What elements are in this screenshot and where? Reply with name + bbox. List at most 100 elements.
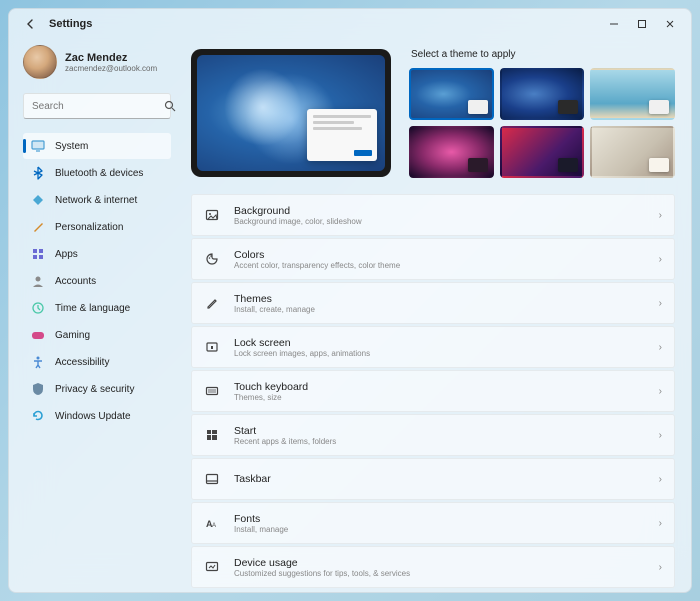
content: Zac Mendez zacmendez@outlook.com System B… (9, 39, 691, 592)
row-title: Start (234, 425, 659, 437)
chevron-right-icon: › (659, 562, 662, 573)
row-title: Taskbar (234, 473, 659, 485)
privacy-icon (31, 382, 45, 396)
nav-item-time-language[interactable]: Time & language (23, 295, 171, 321)
minimize-button[interactable] (607, 17, 621, 31)
theme-tile-window (468, 100, 488, 114)
nav-label: Bluetooth & devices (55, 168, 143, 179)
themes-block: Select a theme to apply (409, 49, 675, 178)
theme-tile-6[interactable] (590, 126, 675, 178)
maximize-button[interactable] (635, 17, 649, 31)
nav-label: Network & internet (55, 195, 137, 206)
row-subtitle: Install, manage (234, 525, 659, 534)
nav-item-gaming[interactable]: Gaming (23, 322, 171, 348)
theme-tile-3[interactable] (590, 68, 675, 120)
setting-row-touch-keyboard[interactable]: Touch keyboard Themes, size › (191, 370, 675, 412)
setting-row-device-usage[interactable]: Device usage Customized suggestions for … (191, 546, 675, 588)
chevron-right-icon: › (659, 518, 662, 529)
close-icon (665, 19, 675, 29)
nav-item-system[interactable]: System (23, 133, 171, 159)
accessibility-icon (31, 355, 45, 369)
main-panel: Select a theme to apply Background Backg… (181, 39, 691, 592)
setting-row-background[interactable]: Background Background image, color, slid… (191, 194, 675, 236)
row-text: Fonts Install, manage (234, 513, 659, 534)
themes-title: Select a theme to apply (409, 49, 675, 60)
nav-item-accessibility[interactable]: Accessibility (23, 349, 171, 375)
nav-label: Apps (55, 249, 78, 260)
search-box[interactable] (23, 93, 171, 119)
chevron-right-icon: › (659, 386, 662, 397)
row-subtitle: Accent color, transparency effects, colo… (234, 261, 659, 270)
user-block[interactable]: Zac Mendez zacmendez@outlook.com (23, 43, 171, 81)
nav-label: Privacy & security (55, 384, 134, 395)
network-icon (31, 193, 45, 207)
minimize-icon (609, 19, 619, 29)
chevron-right-icon: › (659, 298, 662, 309)
nav-item-apps[interactable]: Apps (23, 241, 171, 267)
fonts-icon: AA (204, 515, 220, 531)
setting-row-start[interactable]: Start Recent apps & items, folders › (191, 414, 675, 456)
avatar (23, 45, 57, 79)
nav-item-windows-update[interactable]: Windows Update (23, 403, 171, 429)
maximize-icon (637, 19, 647, 29)
mini-accent-button (354, 150, 372, 156)
mini-window (307, 109, 377, 161)
theme-tile-window (468, 158, 488, 172)
nav-item-personalization[interactable]: Personalization (23, 214, 171, 240)
brush-icon (31, 220, 45, 234)
row-subtitle: Lock screen images, apps, animations (234, 349, 659, 358)
palette-icon (204, 251, 220, 267)
row-title: Fonts (234, 513, 659, 525)
theme-tile-2[interactable] (500, 68, 585, 120)
row-title: Lock screen (234, 337, 659, 349)
setting-row-colors[interactable]: Colors Accent color, transparency effect… (191, 238, 675, 280)
apps-icon (31, 247, 45, 261)
theme-tile-5[interactable] (500, 126, 585, 178)
taskbar-icon (204, 471, 220, 487)
row-title: Colors (234, 249, 659, 261)
chevron-right-icon: › (659, 254, 662, 265)
bluetooth-icon (31, 166, 45, 180)
arrow-left-icon (25, 18, 37, 30)
chevron-right-icon: › (659, 210, 662, 221)
image-icon (204, 207, 220, 223)
window-title: Settings (49, 18, 92, 30)
row-text: Colors Accent color, transparency effect… (234, 249, 659, 270)
nav-item-accounts[interactable]: Accounts (23, 268, 171, 294)
row-title: Touch keyboard (234, 381, 659, 393)
setting-row-lock-screen[interactable]: Lock screen Lock screen images, apps, an… (191, 326, 675, 368)
row-title: Background (234, 205, 659, 217)
nav-item-network-internet[interactable]: Network & internet (23, 187, 171, 213)
account-icon (31, 274, 45, 288)
gaming-icon (31, 328, 45, 342)
theme-tile-1[interactable] (409, 68, 494, 120)
nav-label: Gaming (55, 330, 90, 341)
row-text: Themes Install, create, manage (234, 293, 659, 314)
row-subtitle: Background image, color, slideshow (234, 217, 659, 226)
theme-tile-window (558, 158, 578, 172)
svg-text:A: A (212, 523, 216, 529)
row-subtitle: Customized suggestions for tips, tools, … (234, 569, 659, 578)
close-button[interactable] (663, 17, 677, 31)
nav-label: Accessibility (55, 357, 109, 368)
row-text: Start Recent apps & items, folders (234, 425, 659, 446)
search-icon (164, 100, 176, 112)
update-icon (31, 409, 45, 423)
row-title: Device usage (234, 557, 659, 569)
user-email: zacmendez@outlook.com (65, 64, 157, 73)
search-input[interactable] (32, 101, 164, 112)
row-subtitle: Install, create, manage (234, 305, 659, 314)
nav-item-bluetooth-devices[interactable]: Bluetooth & devices (23, 160, 171, 186)
setting-row-taskbar[interactable]: Taskbar › (191, 458, 675, 500)
nav-label: Personalization (55, 222, 123, 233)
nav-list: System Bluetooth & devices Network & inter… (23, 133, 171, 429)
chevron-right-icon: › (659, 474, 662, 485)
setting-row-themes[interactable]: Themes Install, create, manage › (191, 282, 675, 324)
setting-row-fonts[interactable]: AA Fonts Install, manage › (191, 502, 675, 544)
back-button[interactable] (17, 10, 45, 38)
row-subtitle: Recent apps & items, folders (234, 437, 659, 446)
theme-tile-4[interactable] (409, 126, 494, 178)
nav-item-privacy-security[interactable]: Privacy & security (23, 376, 171, 402)
device-preview (191, 49, 391, 177)
user-name: Zac Mendez (65, 52, 157, 64)
